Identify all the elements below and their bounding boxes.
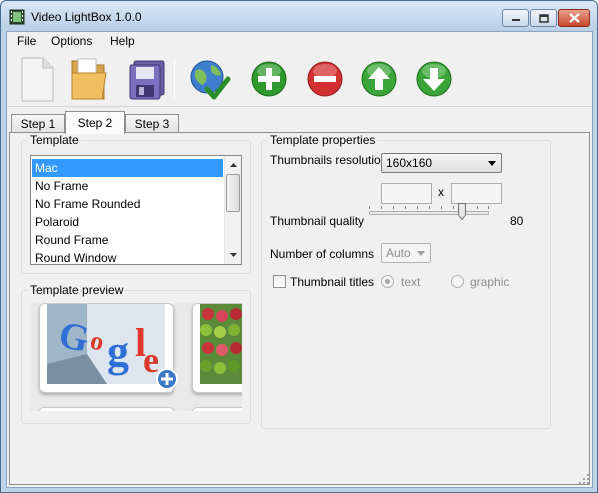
title-bar[interactable]: Video LightBox 1.0.0	[1, 1, 597, 31]
new-project-button[interactable]	[15, 55, 59, 103]
move-down-button[interactable]	[412, 55, 456, 103]
app-window: Video LightBox 1.0.0 File Options Help S…	[0, 0, 598, 493]
graphic-radio-label: graphic	[470, 275, 510, 289]
quality-slider-thumb[interactable]	[458, 203, 466, 220]
client-area: File Options Help Step 1 Step 2 Step 3 T…	[6, 31, 593, 488]
arrow-down-circle-icon	[416, 61, 452, 97]
tab-step-2[interactable]: Step 2	[65, 111, 125, 134]
scroll-down-button[interactable]	[225, 246, 241, 263]
preview-thumbnail	[39, 407, 174, 411]
template-preview: G o g l e	[30, 303, 242, 411]
preview-thumbnail	[192, 303, 242, 393]
google-logo-image: G o g l e	[47, 304, 165, 384]
text-radio-label: text	[401, 275, 421, 289]
menu-bar: File Options Help	[7, 32, 592, 50]
toolbar-separator	[174, 59, 175, 99]
fruit-stand-image	[200, 304, 242, 384]
menu-options[interactable]: Options	[51, 34, 92, 48]
scroll-thumb[interactable]	[226, 174, 240, 212]
tab-step-3[interactable]: Step 3	[125, 114, 179, 133]
quality-slider-ticks	[369, 206, 489, 209]
graphic-radio[interactable]	[451, 275, 464, 288]
scroll-up-button[interactable]	[225, 156, 241, 173]
close-button[interactable]	[558, 9, 590, 27]
globe-check-icon	[190, 60, 231, 100]
list-item[interactable]: Mac	[32, 159, 223, 177]
list-item[interactable]: Polaroid	[32, 213, 223, 231]
text-radio[interactable]	[381, 275, 394, 288]
blank-document-icon	[21, 57, 54, 102]
arrow-up-circle-icon	[361, 61, 397, 97]
add-video-button[interactable]	[247, 55, 291, 103]
maximize-button[interactable]	[530, 9, 557, 27]
publish-button[interactable]	[187, 55, 231, 103]
number-of-columns-label: Number of columns	[270, 247, 375, 261]
preview-thumbnail	[192, 407, 242, 411]
chevron-down-icon	[488, 161, 496, 166]
zoom-plus-icon	[156, 368, 178, 390]
list-item[interactable]: Round Frame	[32, 231, 223, 249]
thumbnail-titles-checkbox[interactable]	[273, 275, 286, 288]
chevron-down-icon	[417, 251, 425, 256]
triangle-down-icon	[229, 252, 237, 257]
open-folder-icon	[71, 58, 107, 100]
floppy-disk-icon	[129, 60, 165, 100]
thumbnail-width-field[interactable]	[381, 183, 432, 204]
thumbnail-titles-label: Thumbnail titles	[290, 275, 375, 289]
save-project-button[interactable]	[124, 55, 168, 103]
svg-text:g: g	[107, 327, 129, 376]
times-sign: x	[438, 185, 444, 199]
maximize-icon	[538, 13, 549, 23]
resolution-dropdown[interactable]: 160x160	[381, 153, 502, 173]
template-preview-group: Template preview G o g l e	[21, 283, 251, 424]
list-item[interactable]: No Frame Rounded	[32, 195, 223, 213]
film-strip-icon	[9, 9, 25, 25]
tab-step-1[interactable]: Step 1	[11, 114, 65, 133]
move-up-button[interactable]	[357, 55, 401, 103]
template-group: Template Mac No Frame No Frame Rounded P…	[21, 133, 251, 274]
list-item[interactable]: Round Window	[32, 249, 223, 264]
remove-video-button[interactable]	[303, 55, 347, 103]
minimize-icon	[511, 19, 520, 21]
template-listbox[interactable]: Mac No Frame No Frame Rounded Polaroid R…	[30, 155, 242, 265]
thumbnail-height-field[interactable]	[451, 183, 502, 204]
step-2-panel: Template Mac No Frame No Frame Rounded P…	[9, 132, 590, 485]
triangle-up-icon	[229, 162, 237, 167]
thumbnail-quality-label: Thumbnail quality	[270, 214, 365, 228]
columns-dropdown[interactable]: Auto	[381, 243, 431, 263]
toolbar	[7, 51, 592, 107]
thumbnails-resolution-label: Thumbnails resolution	[270, 153, 388, 167]
template-preview-label: Template preview	[28, 283, 126, 297]
window-title: Video LightBox 1.0.0	[31, 10, 142, 24]
plus-circle-icon	[251, 61, 287, 97]
minimize-button[interactable]	[502, 9, 529, 27]
resolution-value: 160x160	[386, 156, 433, 170]
menu-file[interactable]: File	[17, 34, 36, 48]
template-group-label: Template	[28, 133, 81, 147]
step-tabs: Step 1 Step 2 Step 3	[7, 111, 592, 134]
template-scrollbar[interactable]	[224, 156, 241, 264]
template-properties-label: Template properties	[268, 133, 378, 147]
quality-value: 80	[510, 214, 524, 228]
columns-value: Auto	[386, 246, 411, 260]
menu-help[interactable]: Help	[110, 34, 135, 48]
quality-slider-track[interactable]	[369, 211, 489, 215]
open-project-button[interactable]	[67, 55, 111, 103]
minus-circle-icon	[307, 61, 343, 97]
list-item[interactable]: No Frame	[32, 177, 223, 195]
preview-thumbnail: G o g l e	[39, 303, 178, 393]
resize-grip-icon[interactable]	[578, 473, 590, 485]
close-icon	[568, 13, 580, 23]
